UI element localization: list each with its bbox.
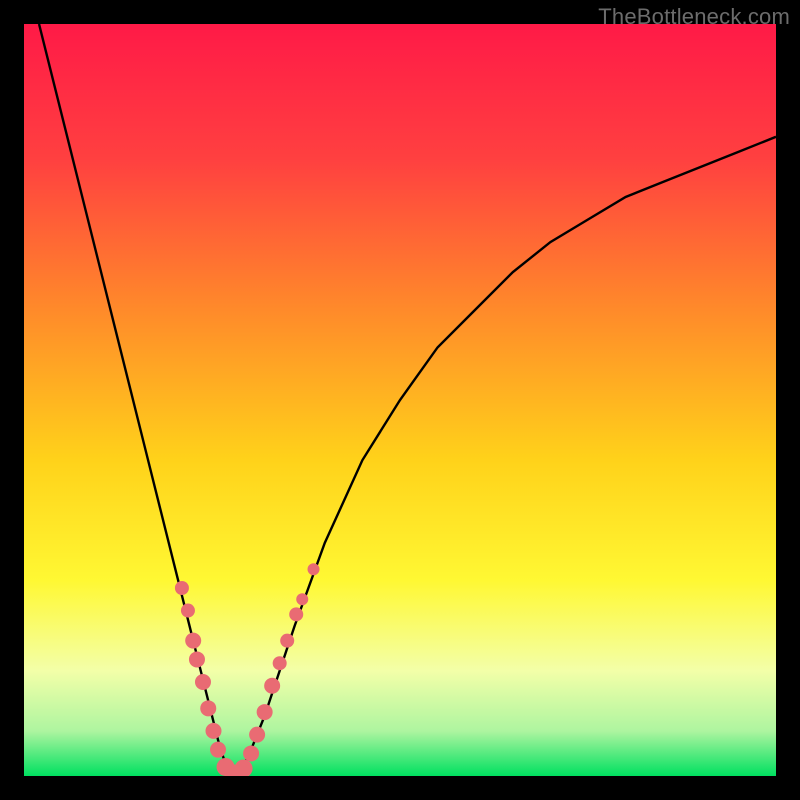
watermark-text: TheBottleneck.com bbox=[598, 4, 790, 30]
scatter-dot bbox=[280, 634, 294, 648]
scatter-dot bbox=[308, 563, 320, 575]
scatter-dot bbox=[249, 727, 265, 743]
scatter-dot bbox=[257, 704, 273, 720]
scatter-dot bbox=[181, 604, 195, 618]
scatter-dot bbox=[210, 742, 226, 758]
chart-frame bbox=[24, 24, 776, 776]
chart-svg bbox=[24, 24, 776, 776]
scatter-dot bbox=[296, 593, 308, 605]
scatter-dot bbox=[189, 651, 205, 667]
scatter-dot bbox=[185, 633, 201, 649]
scatter-dot bbox=[195, 674, 211, 690]
scatter-dot bbox=[243, 745, 259, 761]
scatter-dot bbox=[206, 723, 222, 739]
scatter-dot bbox=[200, 700, 216, 716]
scatter-dot bbox=[175, 581, 189, 595]
scatter-dot bbox=[273, 656, 287, 670]
scatter-dot bbox=[289, 607, 303, 621]
scatter-dot bbox=[264, 678, 280, 694]
